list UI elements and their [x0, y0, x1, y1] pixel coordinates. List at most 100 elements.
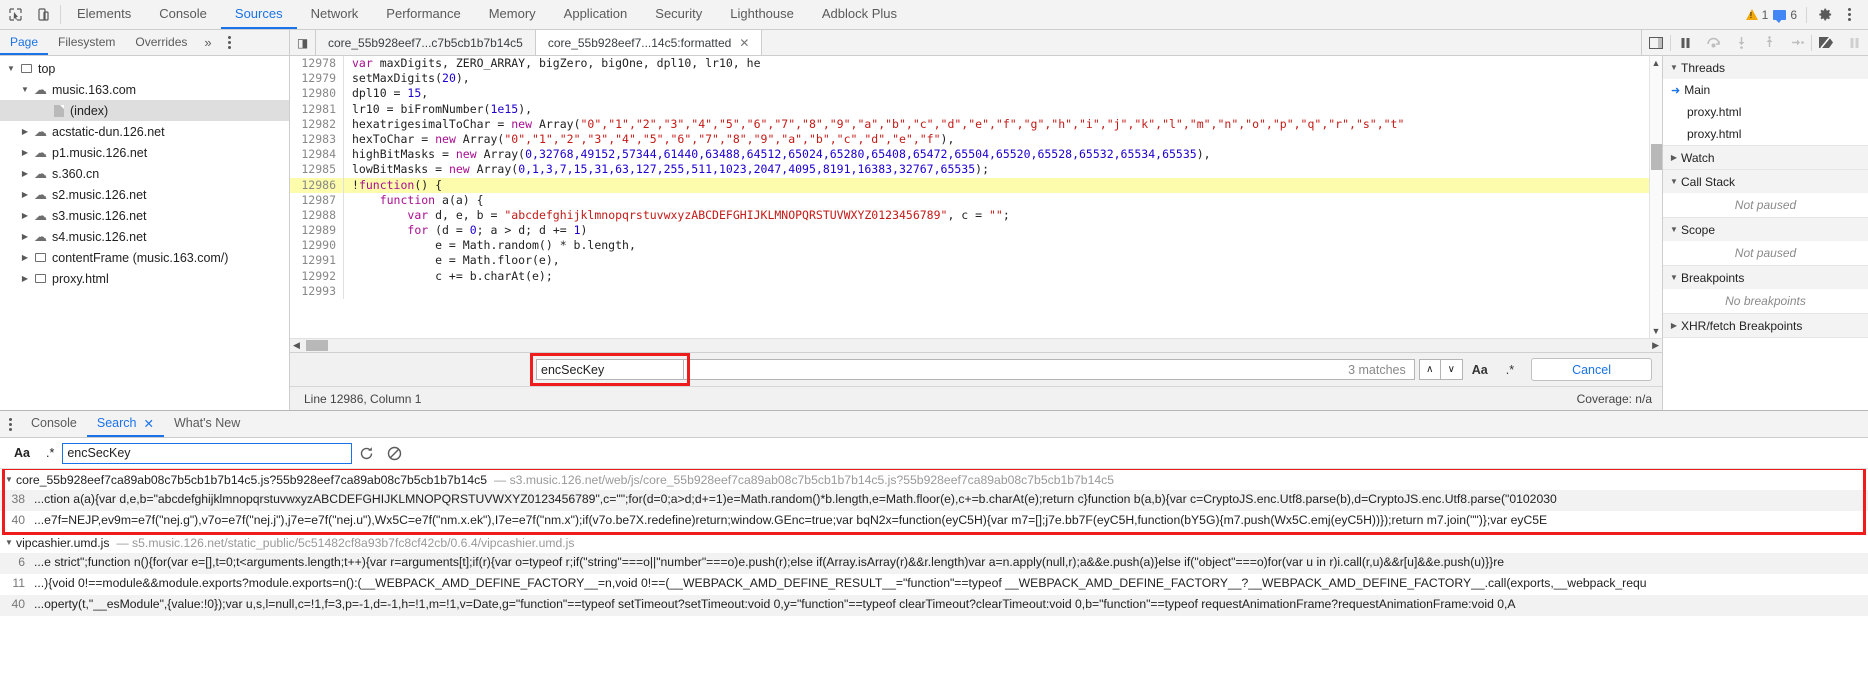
drawer-tab-console[interactable]: Console: [21, 411, 87, 437]
code-line[interactable]: 12978 var maxDigits, ZERO_ARRAY, bigZero,…: [290, 56, 1649, 72]
editor-horizontal-scrollbar[interactable]: ◀ ▶: [290, 338, 1662, 352]
find-cancel-button[interactable]: Cancel: [1531, 358, 1652, 381]
scroll-thumb[interactable]: [1651, 144, 1662, 170]
navigator-tab-page[interactable]: Page: [0, 30, 49, 55]
close-icon[interactable]: ✕: [739, 36, 749, 50]
panel-tab-console[interactable]: Console: [145, 0, 221, 29]
clear-icon[interactable]: [380, 446, 408, 461]
find-match-case-button[interactable]: Aa: [1463, 363, 1497, 377]
message-badge[interactable]: 6: [1773, 8, 1797, 23]
code-line[interactable]: 12987 function a(a) {: [290, 192, 1649, 208]
code-line[interactable]: 12992 c += b.charAt(e);: [290, 268, 1649, 284]
scroll-down-icon[interactable]: ▼: [1652, 326, 1661, 336]
search-result-match[interactable]: 6 ...e strict";function n(){for(var e=[],…: [0, 553, 1868, 574]
code-line[interactable]: 12993: [290, 283, 1649, 299]
close-icon[interactable]: ✕: [143, 416, 153, 431]
code-line[interactable]: 12988 var d, e, b = "abcdefghijklmnopqrs…: [290, 207, 1649, 224]
tree-item-proxy-html[interactable]: ▶ proxy.html: [0, 268, 289, 289]
tree-item-acstatic-dun[interactable]: ▶ ☁ acstatic-dun.126.net: [0, 121, 289, 142]
code-line[interactable]: 12989 for (d = 0; a > d; d += 1): [290, 223, 1649, 239]
chevron-down-icon[interactable]: ▼: [1667, 225, 1681, 234]
chevron-right-icon[interactable]: ▶: [18, 253, 32, 262]
chevron-right-icon[interactable]: ▶: [18, 274, 32, 283]
search-results-list[interactable]: ▼ core_55b928eef7ca89ab08c7b5cb1b7b14c5.j…: [0, 469, 1868, 675]
find-input[interactable]: [536, 359, 684, 380]
sidebar-section-header[interactable]: ▼ Scope: [1663, 218, 1868, 241]
code-line[interactable]: 12980 dpl10 = 15,: [290, 86, 1649, 102]
sidebar-section-header[interactable]: ▼ Threads: [1663, 56, 1868, 79]
show-debugger-sidebar-icon[interactable]: [1642, 30, 1670, 55]
editor-tab-core-formatted[interactable]: core_55b928eef7...14c5:formatted ✕: [535, 30, 763, 55]
editor-vertical-scrollbar[interactable]: ▲ ▼: [1649, 56, 1662, 338]
step-button[interactable]: [1783, 30, 1811, 55]
chevron-down-icon[interactable]: ▼: [1667, 63, 1681, 72]
sidebar-section-header[interactable]: ▼ Call Stack: [1663, 170, 1868, 193]
search-match-case-button[interactable]: Aa: [6, 446, 38, 460]
code-line[interactable]: 12990 e = Math.random() * b.length,: [290, 238, 1649, 254]
chevron-right-icon[interactable]: ▶: [1667, 153, 1681, 162]
tree-item-s360cn[interactable]: ▶ ☁ s.360.cn: [0, 163, 289, 184]
code-line[interactable]: 12982 hexatrigesimalToChar = new Array("0…: [290, 116, 1649, 132]
step-out-button[interactable]: [1755, 30, 1783, 55]
thread-item-proxy-1[interactable]: proxy.html: [1663, 101, 1868, 123]
sidebar-section-header[interactable]: ▶ XHR/fetch Breakpoints: [1663, 314, 1868, 337]
panel-tab-lighthouse[interactable]: Lighthouse: [716, 0, 808, 29]
navigator-more-tabs-button[interactable]: »: [197, 30, 218, 55]
tree-item-s3-music[interactable]: ▶ ☁ s3.music.126.net: [0, 205, 289, 226]
scroll-left-icon[interactable]: ◀: [293, 340, 300, 351]
panel-tab-sources[interactable]: Sources: [220, 0, 297, 29]
panel-tab-performance[interactable]: Performance: [372, 0, 474, 29]
search-result-file-header[interactable]: ▼ core_55b928eef7ca89ab08c7b5cb1b7b14c5.j…: [0, 469, 1868, 490]
sidebar-section-header[interactable]: ▼ Breakpoints: [1663, 266, 1868, 289]
deactivate-breakpoints-icon[interactable]: [1812, 30, 1840, 55]
panel-tab-elements[interactable]: Elements: [63, 0, 145, 29]
tree-item-p1-music[interactable]: ▶ ☁ p1.music.126.net: [0, 142, 289, 163]
chevron-down-icon[interactable]: ▼: [1667, 273, 1681, 282]
find-regex-button[interactable]: .*: [1497, 363, 1523, 377]
warning-badge[interactable]: 1: [1745, 8, 1768, 22]
drawer-tab-whats-new[interactable]: What's New: [164, 411, 250, 437]
tree-item-top[interactable]: ▼ top: [0, 58, 289, 79]
chevron-down-icon[interactable]: ▼: [2, 538, 16, 547]
panel-tab-adblock-plus[interactable]: Adblock Plus: [808, 0, 911, 29]
sidebar-section-header[interactable]: ▶ Watch: [1663, 146, 1868, 169]
chevron-down-icon[interactable]: ▼: [18, 85, 32, 94]
search-result-file-header[interactable]: ▼ vipcashier.umd.js — s5.music.126.net/sta…: [0, 532, 1868, 553]
navigator-tab-filesystem[interactable]: Filesystem: [48, 30, 125, 55]
drawer-tab-search[interactable]: Search ✕: [86, 411, 164, 437]
step-over-button[interactable]: [1699, 30, 1727, 55]
chevron-right-icon[interactable]: ▶: [18, 190, 32, 199]
navigator-menu-icon[interactable]: [219, 30, 240, 55]
scroll-up-icon[interactable]: ▲: [1652, 58, 1661, 68]
search-result-match[interactable]: 40 ...operty(t,"__esModule",{value:!0});v…: [0, 595, 1868, 616]
scroll-right-icon[interactable]: ▶: [1652, 340, 1659, 351]
tree-item-s4-music[interactable]: ▶ ☁ s4.music.126.net: [0, 226, 289, 247]
editor-tab-core-original[interactable]: core_55b928eef7...c7b5cb1b7b14c5: [316, 30, 536, 55]
code-line[interactable]: 12979 setMaxDigits(20),: [290, 71, 1649, 87]
step-into-button[interactable]: [1727, 30, 1755, 55]
drawer-menu-icon[interactable]: [0, 411, 21, 437]
tree-item-s2-music[interactable]: ▶ ☁ s2.music.126.net: [0, 184, 289, 205]
chevron-right-icon[interactable]: ▶: [18, 169, 32, 178]
chevron-down-icon[interactable]: ▼: [1667, 177, 1681, 186]
chevron-down-icon[interactable]: ▼: [2, 475, 16, 484]
device-toolbar-icon[interactable]: [34, 6, 52, 24]
chevron-right-icon[interactable]: ▶: [18, 127, 32, 136]
panel-tab-application[interactable]: Application: [550, 0, 642, 29]
tree-item-index[interactable]: (index): [0, 100, 289, 121]
code-line[interactable]: 12983 hexToChar = new Array("0","1","2","…: [290, 131, 1649, 148]
code-line[interactable]: 12981 lr10 = biFromNumber(1e15),: [290, 101, 1649, 117]
search-result-match[interactable]: 11 ...){void 0!==module&&module.exports?m…: [0, 574, 1868, 595]
chevron-down-icon[interactable]: ▼: [4, 64, 18, 73]
more-options-icon[interactable]: [1839, 8, 1860, 21]
code-line[interactable]: 12991 e = Math.floor(e),: [290, 253, 1649, 269]
show-navigator-icon[interactable]: ◨: [290, 30, 316, 55]
search-result-match[interactable]: 38 ...ction a(a){var d,e,b="abcdefghijklm…: [0, 490, 1868, 511]
search-input[interactable]: [62, 442, 353, 464]
thread-item-main[interactable]: ➜ Main: [1663, 79, 1868, 101]
refresh-icon[interactable]: [352, 446, 380, 461]
panel-tab-network[interactable]: Network: [297, 0, 373, 29]
find-next-button[interactable]: ∨: [1440, 359, 1463, 380]
code-line[interactable]: 12986 !function() {: [290, 177, 1649, 193]
find-prev-button[interactable]: ∧: [1418, 359, 1441, 380]
